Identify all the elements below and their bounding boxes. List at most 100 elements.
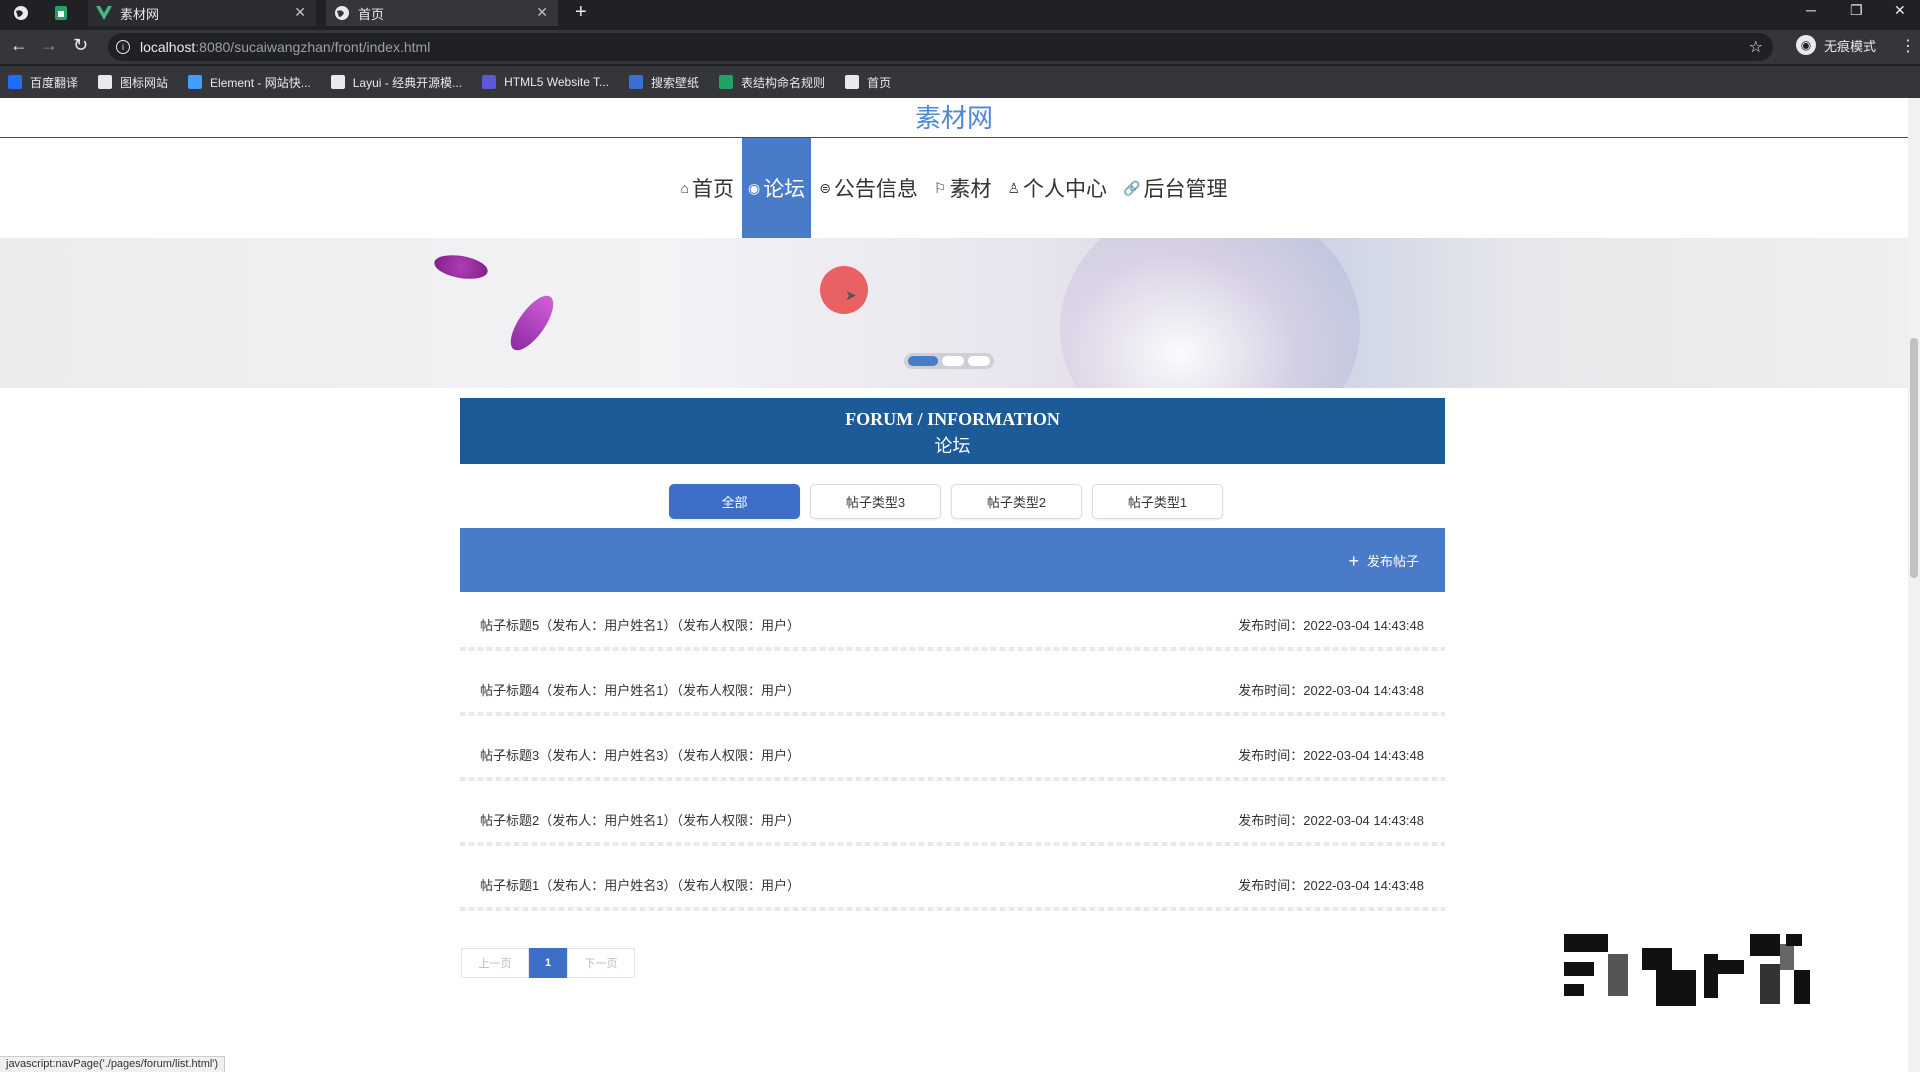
filter-button[interactable]: 帖子类型3 [810,484,941,519]
profile-icon: ♙ [1007,179,1021,196]
post-title[interactable]: 帖子标题4（发布人：用户姓名1）（发布人权限：用户） [480,680,800,699]
globe-icon[interactable] [12,4,30,22]
carousel-dot[interactable] [968,356,990,366]
post-title[interactable]: 帖子标题1（发布人：用户姓名3）（发布人权限：用户） [480,875,800,894]
click-indicator [820,266,868,314]
post-title[interactable]: 帖子标题3（发布人：用户姓名3）（发布人权限：用户） [480,745,800,764]
tab-title: 首页 [358,6,385,22]
browser-chrome: 素材网 ✕ 首页 ✕ + ─ ❐ ✕ ← → ↻ i localhost:808… [0,0,1920,98]
tab-sucai[interactable]: 素材网 ✕ [88,0,316,26]
row-divider [460,842,1445,846]
globe-icon [845,75,860,89]
back-icon[interactable]: ← [10,35,28,56]
bookmark-item[interactable]: Element - 网站快... [188,74,311,91]
materials-icon: ⚐ [933,179,947,196]
post-toolbar: + 发布帖子 [460,528,1445,592]
new-tab-button[interactable]: + [575,1,587,24]
sheet-icon [719,75,734,89]
bookmark-item[interactable]: HTML5 Website T... [482,75,609,89]
filter-button[interactable]: 帖子类型2 [951,484,1082,519]
globe-icon [334,5,350,21]
pixelated-qr-image [1564,934,1812,1006]
section-title-en: FORUM / INFORMATION [845,409,1060,429]
nav-label: 论坛 [763,178,806,201]
bookmark-item[interactable]: 表结构命名规则 [719,74,825,91]
filter-button[interactable]: 全部 [669,484,800,519]
category-filters: 全部 帖子类型3 帖子类型2 帖子类型1 [669,484,1223,519]
html5-icon [482,75,497,89]
post-title[interactable]: 帖子标题5（发布人：用户姓名1）（发布人权限：用户） [480,615,800,634]
scrollbar-thumb[interactable] [1910,338,1918,578]
banner-petal [502,289,562,357]
forward-icon[interactable]: → [40,35,58,56]
bookmark-item[interactable]: 首页 [845,74,891,91]
carousel-indicators [904,353,994,369]
page-content: 素材网 ⌂ 首页 ◉ 论坛 ⊜ 公告信息 ⚐ 素材 ♙ 个人中心 🔗 后台管理 FORUM / INF… [0,98,1908,1072]
post-row[interactable]: 帖子标题1（发布人：用户姓名3）（发布人权限：用户） 发布时间：2022-03-0… [460,863,1445,928]
post-time: 发布时间：2022-03-04 14:43:48 [1238,618,1424,633]
bookmark-label: 搜索壁纸 [651,75,700,90]
info-icon[interactable]: i [116,40,130,54]
bookmark-item[interactable]: 百度翻译 [8,74,78,91]
bookmark-label: Layui - 经典开源模... [352,75,463,90]
bookmark-label: 表结构命名规则 [741,75,826,90]
publish-post-label: 发布帖子 [1366,554,1419,569]
post-title[interactable]: 帖子标题2（发布人：用户姓名1）（发布人权限：用户） [480,810,800,829]
address-bar[interactable]: i localhost:8080/sucaiwangzhan/front/ind… [108,33,1773,61]
star-icon[interactable]: ☆ [1749,37,1763,57]
row-divider [460,777,1445,781]
close-icon[interactable]: ✕ [536,4,548,21]
bookmark-item[interactable]: 搜索壁纸 [629,74,699,91]
nav-item-profile[interactable]: ♙ 个人中心 [999,138,1115,238]
post-row[interactable]: 帖子标题2（发布人：用户姓名1）（发布人权限：用户） 发布时间：2022-03-0… [460,798,1445,863]
minimize-icon[interactable]: ─ [1806,2,1816,18]
vue-icon [96,5,112,21]
post-row[interactable]: 帖子标题4（发布人：用户姓名1）（发布人权限：用户） 发布时间：2022-03-0… [460,668,1445,733]
carousel-dot[interactable] [942,356,964,366]
site-title: 素材网 [0,98,1908,138]
filter-button[interactable]: 帖子类型1 [1092,484,1223,519]
next-page-button[interactable]: 下一页 [567,948,635,978]
close-window-icon[interactable]: ✕ [1894,2,1906,19]
post-row[interactable]: 帖子标题3（发布人：用户姓名3）（发布人权限：用户） 发布时间：2022-03-0… [460,733,1445,798]
row-divider [460,647,1445,651]
reload-icon[interactable]: ↻ [73,35,88,56]
nav-item-materials[interactable]: ⚐ 素材 [926,138,1000,238]
translate-icon [8,75,22,89]
bookmark-label: Element - 网站快... [210,75,311,90]
carousel-dot[interactable] [908,356,938,366]
cursor-icon: ➤ [845,287,857,303]
admin-icon: 🔗 [1123,179,1141,196]
prev-page-button[interactable]: 上一页 [461,948,529,978]
bookmark-item[interactable]: Layui - 经典开源模... [330,74,463,91]
pagination: 上一页 1 下一页 [461,948,635,978]
tab-home[interactable]: 首页 ✕ [326,0,558,26]
bookmark-label: HTML5 Website T... [504,75,610,89]
incognito-profile[interactable]: ◉ 无痕模式 [1796,35,1876,55]
post-list: 帖子标题5（发布人：用户姓名1）（发布人权限：用户） 发布时间：2022-03-0… [460,603,1445,928]
nav-item-announcements[interactable]: ⊜ 公告信息 [811,138,926,238]
bookmark-item[interactable]: 图标网站 [98,74,168,91]
link-status-bar: javascript:navPage('./pages/forum/list.h… [0,1056,226,1072]
banner-carousel[interactable] [0,238,1908,388]
restore-icon[interactable]: ❐ [1850,2,1863,19]
nav-item-forum[interactable]: ◉ 论坛 [741,138,812,238]
wallpaper-icon [629,75,644,89]
bookmark-label: 图标网站 [120,75,169,90]
element-icon [188,75,203,89]
page-1-button[interactable]: 1 [529,948,567,978]
tab-strip: 素材网 ✕ 首页 ✕ + ─ ❐ ✕ [0,0,1920,26]
sheet-icon[interactable] [52,4,70,22]
menu-icon[interactable]: ⋮ [1900,36,1916,56]
bookmarks-bar: 百度翻译 图标网站 Element - 网站快... Layui - 经典开源模...… [0,66,1920,98]
close-icon[interactable]: ✕ [294,4,306,21]
post-row[interactable]: 帖子标题5（发布人：用户姓名1）（发布人权限：用户） 发布时间：2022-03-0… [460,603,1445,668]
page-scrollbar[interactable] [1908,98,1920,1072]
publish-post-button[interactable]: + 发布帖子 [1348,551,1419,570]
nav-item-admin[interactable]: 🔗 后台管理 [1115,138,1235,238]
nav-label: 个人中心 [1023,178,1108,201]
layui-icon [330,75,345,89]
nav-item-home[interactable]: ⌂ 首页 [673,138,742,238]
nav-label: 素材 [949,178,992,201]
post-time: 发布时间：2022-03-04 14:43:48 [1238,813,1424,828]
